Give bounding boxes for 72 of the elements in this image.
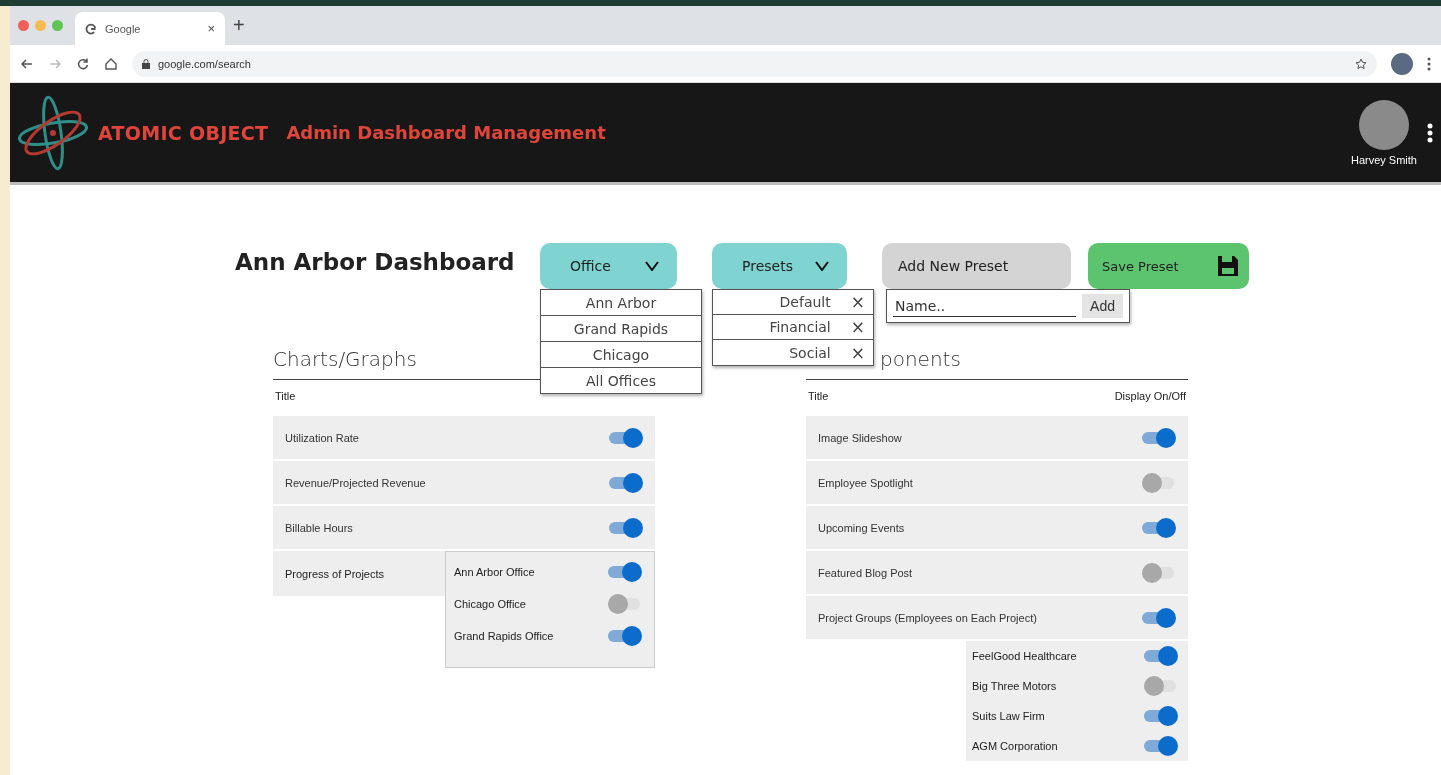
- setting-label: AGM Corporation: [972, 740, 1058, 752]
- toggle-switch[interactable]: [1144, 646, 1178, 666]
- user-name: Harvey Smith: [1350, 153, 1417, 166]
- close-window-icon[interactable]: [18, 20, 29, 31]
- setting-label: Image Slideshow: [818, 431, 902, 444]
- setting-label: Billable Hours: [285, 521, 353, 534]
- browser-tab[interactable]: Google ×: [75, 12, 225, 45]
- preset-option[interactable]: Social: [789, 344, 831, 361]
- setting-label: Grand Rapids Office: [454, 630, 554, 642]
- toggle-switch[interactable]: [1144, 706, 1178, 726]
- user-avatar[interactable]: [1359, 99, 1409, 150]
- toggle-switch[interactable]: [609, 427, 643, 448]
- setting-label: FeelGood Healthcare: [972, 650, 1077, 662]
- setting-label: Suits Law Firm: [972, 710, 1045, 722]
- setting-label: Ann Arbor Office: [454, 566, 535, 578]
- toggle-switch[interactable]: [609, 472, 643, 493]
- setting-label: Utilization Rate: [285, 431, 359, 444]
- home-icon[interactable]: [104, 56, 118, 71]
- caret-icon: [815, 261, 829, 271]
- caret-icon: [645, 261, 659, 271]
- setting-label: Big Three Motors: [972, 680, 1057, 692]
- preset-option[interactable]: Financial: [769, 319, 831, 335]
- add-new-preset-button[interactable]: Add New Preset: [882, 243, 1071, 289]
- setting-label: Progress of Projects: [273, 551, 445, 596]
- setting-label: Project Groups (Employees on Each Project): [818, 611, 1037, 624]
- star-icon[interactable]: [1355, 57, 1367, 70]
- setting-label: Revenue/Projected Revenue: [285, 476, 426, 489]
- menu-icon[interactable]: [1427, 122, 1433, 143]
- toggle-switch[interactable]: [1144, 736, 1178, 756]
- profile-avatar[interactable]: [1391, 52, 1413, 75]
- app-title: Admin Dashboard Management: [286, 122, 607, 143]
- office-option[interactable]: Grand Rapids: [541, 316, 701, 342]
- setting-label: Employee Spotlight: [818, 476, 913, 489]
- setting-label: Featured Blog Post: [818, 566, 913, 579]
- presets-dropdown[interactable]: Presets: [712, 243, 847, 289]
- column-header: Title: [275, 390, 296, 404]
- new-tab-button[interactable]: +: [233, 14, 245, 37]
- back-icon[interactable]: [20, 56, 34, 71]
- office-option[interactable]: Ann Arbor: [541, 290, 701, 316]
- remove-preset-button[interactable]: ×: [850, 292, 865, 312]
- toggle-switch[interactable]: [1142, 607, 1176, 628]
- toggle-switch[interactable]: [1142, 562, 1176, 583]
- menu-icon[interactable]: [1427, 56, 1431, 71]
- setting-label: Chicago Office: [454, 598, 526, 610]
- office-dropdown[interactable]: Office: [540, 243, 677, 289]
- section-title: ponents: [880, 347, 961, 373]
- reload-icon[interactable]: [76, 56, 90, 71]
- toggle-switch[interactable]: [608, 626, 642, 646]
- toggle-switch[interactable]: [608, 562, 642, 582]
- address-bar[interactable]: google.com/search: [132, 50, 1377, 77]
- lock-icon: [142, 58, 150, 69]
- toggle-switch[interactable]: [1142, 472, 1176, 493]
- setting-label: Upcoming Events: [818, 521, 905, 534]
- section-title: Charts/Graphs: [273, 347, 417, 373]
- add-button[interactable]: Add: [1082, 294, 1123, 318]
- toggle-switch[interactable]: [1144, 676, 1178, 696]
- brand-name: ATOMIC OBJECT: [98, 121, 269, 144]
- toggle-switch[interactable]: [609, 517, 643, 538]
- toggle-switch[interactable]: [1142, 427, 1176, 448]
- close-tab-button[interactable]: ×: [207, 21, 215, 36]
- column-header: Display On/Off: [1114, 390, 1186, 404]
- remove-preset-button[interactable]: ×: [850, 342, 865, 363]
- preset-option[interactable]: Default: [779, 294, 831, 310]
- new-preset-form[interactable]: Name.. Add: [886, 289, 1130, 323]
- office-option[interactable]: All Offices: [541, 368, 701, 393]
- dashboard-title: Ann Arbor Dashboard: [235, 248, 516, 275]
- remove-preset-button[interactable]: ×: [850, 317, 865, 337]
- toggle-switch[interactable]: [1142, 517, 1176, 538]
- save-preset-button[interactable]: Save Preset: [1088, 243, 1249, 289]
- office-option[interactable]: Chicago: [541, 342, 701, 368]
- column-header: Title: [808, 390, 829, 404]
- toggle-switch[interactable]: [608, 594, 642, 614]
